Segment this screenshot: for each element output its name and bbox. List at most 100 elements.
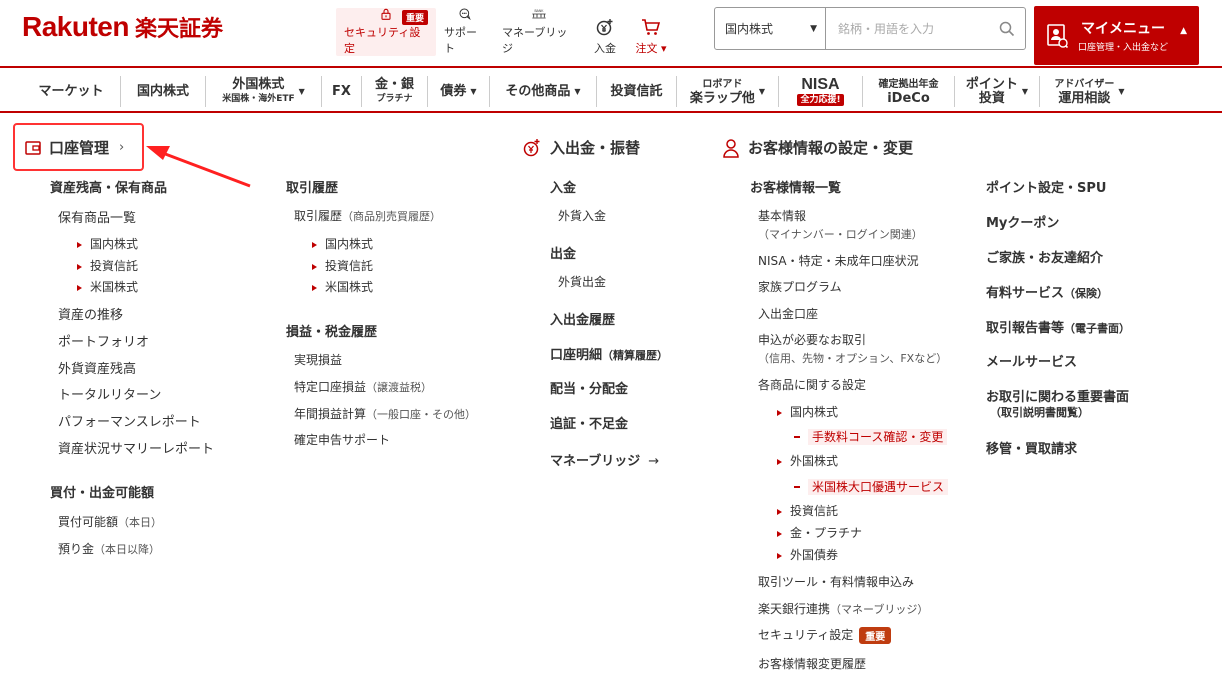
customer-info-title-link[interactable]: お客様情報の設定・変更 bbox=[722, 137, 913, 158]
family-program-link[interactable]: 家族プログラム bbox=[758, 278, 842, 295]
cat-gold[interactable]: 金・銀 プラチナ bbox=[361, 76, 427, 107]
buying-power-link[interactable]: 買付可能額（本日） bbox=[58, 513, 162, 530]
deposit-account-link[interactable]: 入出金口座 bbox=[758, 305, 818, 322]
cat-ideco[interactable]: 確定拠出年金 iDeCo bbox=[862, 76, 954, 107]
cat-sublabel: iDeCo bbox=[887, 90, 930, 106]
deposit-balance-link[interactable]: 預り金（本日以降） bbox=[58, 540, 160, 557]
search-category-value: 国内株式 bbox=[725, 22, 774, 36]
cat-label: ロボアド bbox=[702, 78, 743, 90]
trade-history-link[interactable]: 取引履歴（商品別売買履歴） bbox=[294, 207, 441, 224]
my-menu-button[interactable]: マイメニュー 口座管理・入出金など ▲ bbox=[1034, 6, 1199, 65]
us-large-service-link[interactable]: 米国株大口優遇サービス bbox=[794, 476, 949, 495]
security-settings-link[interactable]: 重要 セキュリティ設定 bbox=[336, 8, 436, 56]
dividend-link[interactable]: 配当・分配金 bbox=[550, 378, 628, 397]
cat-advisor[interactable]: アドバイザー 運用相談 ▼ bbox=[1039, 76, 1139, 107]
security-settings-menu-link[interactable]: セキュリティ設定 重要 bbox=[758, 626, 892, 644]
cat-point-invest[interactable]: ポイント 投資 ▼ bbox=[954, 76, 1039, 107]
cat-sublabel: 運用相談 bbox=[1058, 90, 1111, 106]
bank-link[interactable]: 楽天銀行連携（マネーブリッジ） bbox=[758, 600, 928, 617]
transfer-request-link[interactable]: 移管・買取請求 bbox=[986, 438, 1077, 457]
history-sub-us[interactable]: 米国株式 bbox=[312, 278, 373, 295]
my-coupon-link[interactable]: Myクーポン bbox=[986, 212, 1059, 231]
holdings-sub-fund[interactable]: 投資信託 bbox=[77, 257, 138, 274]
top-utility-nav: 重要 セキュリティ設定 サポート BANK マネーブリッジ 入金 注文 ▾ bbox=[336, 8, 676, 56]
withdraw-heading[interactable]: 出金 bbox=[550, 243, 576, 262]
paid-service-link[interactable]: 有料サービス（保険） bbox=[986, 282, 1108, 301]
ps-fund-link[interactable]: 投資信託 bbox=[777, 502, 838, 519]
cat-domestic-stock[interactable]: 国内株式 bbox=[120, 76, 205, 107]
ps-domestic-link[interactable]: 国内株式 bbox=[777, 403, 838, 420]
asset-trend-link[interactable]: 資産の推移 bbox=[58, 304, 123, 323]
cat-roboadvisor[interactable]: ロボアド 楽ラップ他 ▼ bbox=[676, 76, 778, 107]
history-sub-fund[interactable]: 投資信託 bbox=[312, 257, 373, 274]
cat-sublabel: 投資 bbox=[978, 90, 1005, 106]
search-button[interactable] bbox=[989, 21, 1025, 37]
deposit-link[interactable]: 入金 bbox=[584, 8, 626, 56]
yen-coin-icon bbox=[596, 19, 613, 36]
history-sub-domestic[interactable]: 国内株式 bbox=[312, 235, 373, 252]
account-management-link[interactable]: 口座管理 › bbox=[25, 137, 124, 158]
money-bridge-menu-link[interactable]: マネーブリッジ → bbox=[550, 450, 659, 469]
account-doc-icon bbox=[1047, 23, 1068, 48]
cat-label: NISA bbox=[801, 76, 840, 93]
support-label: サポート bbox=[444, 26, 477, 55]
cat-fx[interactable]: FX bbox=[321, 76, 361, 107]
fee-course-link[interactable]: 手数料コース確認・変更 bbox=[794, 426, 948, 445]
product-settings-link[interactable]: 各商品に関する設定 bbox=[758, 376, 866, 393]
cat-other-products[interactable]: その他商品 ▼ bbox=[489, 76, 596, 107]
buying-power-heading: 買付・出金可能額 bbox=[50, 486, 155, 501]
fx-assets-link[interactable]: 外貨資産残高 bbox=[58, 358, 136, 377]
logo-jp: 楽天証券 bbox=[134, 17, 223, 42]
chevron-right-icon: › bbox=[119, 140, 125, 155]
fx-deposit-link[interactable]: 外貨入金 bbox=[558, 207, 606, 224]
deposit-heading[interactable]: 入金 bbox=[550, 177, 576, 196]
margin-call-link[interactable]: 追証・不足金 bbox=[550, 413, 628, 432]
ps-gold-link[interactable]: 金・プラチナ bbox=[777, 524, 862, 541]
ps-foreign-link[interactable]: 外国株式 bbox=[777, 452, 838, 469]
tax-return-support-link[interactable]: 確定申告サポート bbox=[294, 431, 390, 448]
point-settings-link[interactable]: ポイント設定・SPU bbox=[986, 177, 1106, 196]
holdings-link[interactable]: 保有商品一覧 bbox=[58, 207, 136, 226]
search-input[interactable] bbox=[826, 8, 989, 49]
mail-service-link[interactable]: メールサービス bbox=[986, 351, 1077, 370]
ps-foreign-bond-link[interactable]: 外国債券 bbox=[777, 546, 838, 563]
referral-link[interactable]: ご家族・お友達紹介 bbox=[986, 247, 1103, 266]
holdings-sub-domestic[interactable]: 国内株式 bbox=[77, 235, 138, 252]
realized-pl-link[interactable]: 実現損益 bbox=[294, 351, 342, 368]
deposit-label: 入金 bbox=[594, 42, 616, 55]
cat-foreign-stock[interactable]: 外国株式 米国株・海外ETF ▼ bbox=[205, 76, 321, 107]
cat-nisa[interactable]: NISA 全力応援! bbox=[778, 76, 862, 107]
customer-info-title: お客様情報の設定・変更 bbox=[748, 139, 914, 157]
tools-apply-link[interactable]: 取引ツール・有料情報申込み bbox=[758, 573, 914, 590]
basic-info-link[interactable]: 基本情報 bbox=[758, 207, 806, 224]
apply-trade-link[interactable]: 申込が必要なお取引 bbox=[758, 331, 866, 348]
asset-summary-link[interactable]: 資産状況サマリーレポート bbox=[58, 438, 214, 457]
cat-investment-trust[interactable]: 投資信託 bbox=[596, 76, 676, 107]
deposit-history-link[interactable]: 入出金履歴 bbox=[550, 309, 615, 328]
basic-info-note: （マイナンバー・ログイン関連） bbox=[758, 228, 923, 241]
trade-report-link[interactable]: 取引報告書等（電子書面） bbox=[986, 317, 1130, 336]
important-badge: 重要 bbox=[401, 10, 428, 25]
holdings-sub-us[interactable]: 米国株式 bbox=[77, 278, 138, 295]
customer-info-list-heading[interactable]: お客様情報一覧 bbox=[750, 177, 841, 196]
cat-bonds[interactable]: 債券 ▼ bbox=[427, 76, 489, 107]
important-docs-link[interactable]: お取引に関わる重要書面 bbox=[986, 386, 1129, 405]
account-statement-link[interactable]: 口座明細（精算履歴） bbox=[550, 344, 668, 363]
cat-market[interactable]: マーケット bbox=[22, 76, 120, 107]
support-link[interactable]: サポート bbox=[436, 8, 494, 56]
order-link[interactable]: 注文 ▾ bbox=[626, 8, 676, 56]
cat-label: 国内株式 bbox=[136, 83, 189, 99]
total-return-link[interactable]: トータルリターン bbox=[58, 384, 161, 403]
apply-trade-note: （信用、先物・オプション、FXなど） bbox=[758, 352, 948, 365]
specific-account-pl-link[interactable]: 特定口座損益（譲渡益税） bbox=[294, 378, 432, 395]
search-category-select[interactable]: 国内株式 ▼ bbox=[715, 8, 826, 49]
fx-withdraw-link[interactable]: 外貨出金 bbox=[558, 273, 606, 290]
rakuten-logo[interactable]: Rakuten 楽天証券 bbox=[22, 11, 223, 43]
nisa-status-link[interactable]: NISA・特定・未成年口座状況 bbox=[758, 252, 919, 269]
annual-pl-link[interactable]: 年間損益計算（一般口座・その他） bbox=[294, 405, 476, 422]
deposit-transfer-title-link[interactable]: 入出金・振替 bbox=[522, 137, 640, 158]
change-history-link[interactable]: お客様情報変更履歴 bbox=[758, 655, 866, 672]
money-bridge-link[interactable]: BANK マネーブリッジ bbox=[494, 8, 584, 56]
portfolio-link[interactable]: ポートフォリオ bbox=[58, 331, 149, 350]
performance-report-link[interactable]: パフォーマンスレポート bbox=[58, 411, 201, 430]
